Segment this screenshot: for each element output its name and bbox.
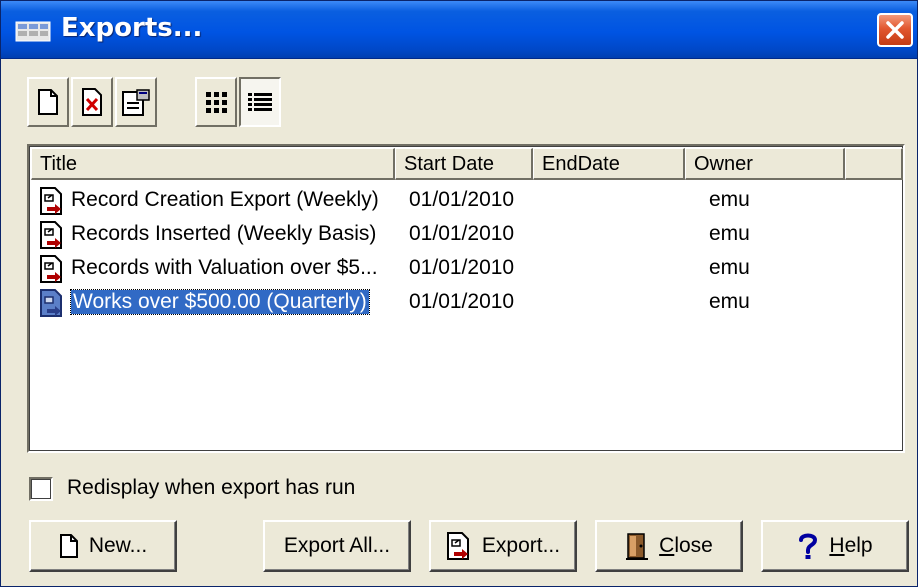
- row-title: Records Inserted (Weekly Basis): [71, 222, 377, 245]
- list-row[interactable]: Record Creation Export (Weekly) 01/01/20…: [31, 184, 901, 218]
- properties-icon: [122, 89, 150, 116]
- delete-button[interactable]: [71, 77, 113, 127]
- row-start-date: 01/01/2010: [409, 290, 515, 313]
- title-bar[interactable]: Exports...: [1, 1, 917, 59]
- exports-list[interactable]: Title Start Date EndDate Owner Record Cr…: [27, 144, 905, 453]
- export-doc-icon: [40, 255, 62, 283]
- redisplay-option[interactable]: Redisplay when export has run: [27, 473, 527, 503]
- new-button-label: New...: [88, 534, 148, 557]
- help-mnemonic: H: [829, 534, 845, 557]
- row-start-date: 01/01/2010: [409, 222, 515, 245]
- app-icon: [15, 21, 51, 42]
- new-button[interactable]: New...: [29, 520, 177, 572]
- help-button[interactable]: Help: [761, 520, 909, 572]
- help-label: Help: [829, 534, 872, 558]
- column-header-end-date[interactable]: EndDate: [533, 148, 685, 180]
- export-doc-icon: [40, 187, 62, 215]
- close-button[interactable]: Close: [595, 520, 743, 572]
- redisplay-checkbox[interactable]: [29, 477, 53, 501]
- close-label-rest: lose: [674, 534, 713, 557]
- close-mnemonic: C: [659, 534, 675, 557]
- row-title: Works over $500.00 (Quarterly): [70, 289, 370, 315]
- export-all-label: Export All...: [283, 534, 391, 557]
- redisplay-label: Redisplay when export has run: [67, 476, 356, 499]
- new-document-icon: [38, 89, 58, 115]
- details-view-button[interactable]: [239, 77, 281, 127]
- column-header-start-date[interactable]: Start Date: [395, 148, 533, 180]
- properties-button[interactable]: [115, 77, 157, 127]
- export-doc-icon: [40, 221, 62, 249]
- help-label-rest: elp: [844, 534, 873, 557]
- window-title: Exports...: [61, 13, 203, 43]
- column-header-empty: [845, 148, 903, 180]
- door-exit-icon: [626, 533, 649, 560]
- column-header-owner[interactable]: Owner: [685, 148, 845, 180]
- exports-window: Exports... Title Start Date EndDate Owne…: [0, 0, 918, 587]
- row-start-date: 01/01/2010: [409, 188, 515, 211]
- export-all-button[interactable]: Export All...: [263, 520, 411, 572]
- list-row[interactable]: Records Inserted (Weekly Basis) 01/01/20…: [31, 218, 901, 252]
- row-title: Records with Valuation over $5...: [71, 256, 378, 279]
- list-header: Title Start Date EndDate Owner: [31, 148, 903, 180]
- close-icon: [886, 21, 904, 39]
- export-doc-icon: [446, 532, 469, 560]
- delete-icon: [82, 88, 102, 116]
- list-row-selected[interactable]: Works over $500.00 (Quarterly) 01/01/201…: [31, 286, 901, 320]
- list-row[interactable]: Records with Valuation over $5... 01/01/…: [31, 252, 901, 286]
- export-doc-icon: [40, 289, 62, 317]
- help-question-icon: [799, 533, 818, 559]
- window-close-button[interactable]: [877, 13, 913, 47]
- row-owner: emu: [709, 290, 750, 313]
- row-owner: emu: [709, 188, 750, 211]
- new-document-button[interactable]: [27, 77, 69, 127]
- column-header-title[interactable]: Title: [31, 148, 395, 180]
- row-title: Record Creation Export (Weekly): [71, 188, 379, 211]
- icon-view-button[interactable]: [195, 77, 237, 127]
- close-label: Close: [659, 534, 713, 558]
- large-icons-view-icon: [206, 92, 227, 113]
- details-view-icon: [248, 93, 272, 111]
- row-owner: emu: [709, 256, 750, 279]
- export-button[interactable]: Export...: [429, 520, 577, 572]
- new-document-icon: [59, 534, 78, 558]
- row-owner: emu: [709, 222, 750, 245]
- export-label: Export...: [481, 534, 561, 557]
- row-start-date: 01/01/2010: [409, 256, 515, 279]
